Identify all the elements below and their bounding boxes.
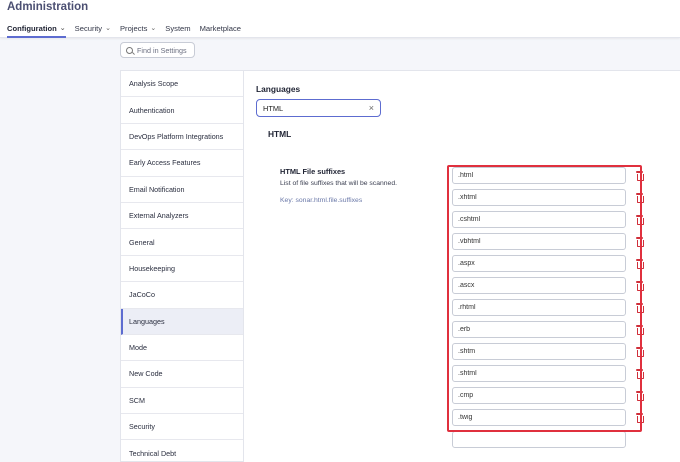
settings-sidebar: Analysis Scope Authentication DevOps Platf…	[120, 70, 244, 462]
sidebar-item-external-analyzers[interactable]: External Analyzers	[121, 203, 243, 230]
trash-icon[interactable]	[636, 303, 644, 313]
setting-name: HTML File suffixes	[280, 167, 346, 176]
trash-icon[interactable]	[636, 413, 644, 423]
sidebar-item-technical-debt[interactable]: Technical Debt	[121, 440, 243, 462]
trash-icon[interactable]	[636, 369, 644, 379]
trash-icon[interactable]	[636, 347, 644, 357]
suffix-input[interactable]	[452, 277, 626, 294]
sidebar-item-label: Email Notification	[129, 184, 185, 194]
nav-item-system[interactable]: System	[165, 19, 190, 37]
trash-icon[interactable]	[636, 259, 644, 269]
nav-item-label: Configuration	[7, 23, 57, 33]
sidebar-item-security[interactable]: Security	[121, 414, 243, 441]
sidebar-item-scm[interactable]: SCM	[121, 388, 243, 415]
setting-key: Key: sonar.html.file.suffixes	[280, 197, 363, 204]
admin-nav: Configuration ⌄ Security ⌄ Projects ⌄ System Ma…	[7, 19, 241, 38]
new-suffix-input[interactable]	[452, 431, 626, 448]
sidebar-item-label: Security	[129, 422, 155, 432]
language-filter[interactable]: ×	[256, 99, 381, 117]
trash-icon[interactable]	[636, 215, 644, 225]
nav-item-projects[interactable]: Projects ⌄	[120, 19, 156, 37]
chevron-down-icon: ⌄	[105, 25, 111, 32]
suffix-input[interactable]	[452, 321, 626, 338]
sidebar-item-analysis-scope[interactable]: Analysis Scope	[121, 71, 243, 98]
sidebar-item-email-notification[interactable]: Email Notification	[121, 177, 243, 203]
nav-item-security[interactable]: Security ⌄	[75, 19, 111, 37]
section-title: HTML	[268, 129, 292, 139]
sidebar-item-authentication[interactable]: Authentication	[121, 97, 243, 124]
trash-icon[interactable]	[636, 281, 644, 291]
sidebar-item-label: JaCoCo	[129, 290, 155, 300]
sidebar-item-label: Technical Debt	[129, 448, 177, 458]
sidebar-item-label: DevOps Platform Integrations	[129, 131, 224, 141]
sidebar-item-label: SCM	[129, 395, 145, 405]
sidebar-item-label: External Analyzers	[129, 211, 189, 221]
sidebar-item-early-access-features[interactable]: Early Access Features	[121, 150, 243, 177]
setting-description: List of file suffixes that will be scann…	[280, 180, 397, 187]
language-filter-input[interactable]	[263, 103, 363, 113]
settings-search[interactable]	[120, 42, 195, 58]
nav-item-label: Marketplace	[199, 23, 241, 33]
sidebar-item-label: Authentication	[129, 105, 175, 115]
suffix-input[interactable]	[452, 365, 626, 382]
suffix-input[interactable]	[452, 211, 626, 228]
sidebar-item-label: New Code	[129, 369, 163, 379]
close-icon[interactable]: ×	[369, 103, 374, 113]
nav-item-label: System	[165, 23, 191, 33]
chevron-down-icon: ⌄	[59, 25, 66, 32]
sidebar-item-mode[interactable]: Mode	[121, 335, 243, 362]
suffix-input[interactable]	[452, 387, 626, 404]
sidebar-item-new-code[interactable]: New Code	[121, 361, 243, 388]
sidebar-item-general[interactable]: General	[121, 229, 243, 256]
page-title: Administration	[7, 1, 89, 13]
nav-item-configuration[interactable]: Configuration ⌄	[7, 19, 66, 38]
trash-icon[interactable]	[636, 391, 644, 401]
sidebar-item-label: Early Access Features	[129, 158, 201, 168]
trash-icon[interactable]	[636, 171, 644, 181]
nav-item-label: Security	[74, 23, 103, 33]
search-input[interactable]	[137, 45, 192, 55]
suffix-input[interactable]	[452, 233, 626, 250]
sidebar-item-housekeeping[interactable]: Housekeeping	[121, 256, 243, 283]
nav-item-label: Projects	[119, 23, 148, 33]
settings-content: Languages × HTML HTML File suffixes List…	[244, 70, 680, 462]
suffix-input[interactable]	[452, 189, 626, 206]
sidebar-item-label: Analysis Scope	[129, 79, 179, 89]
trash-icon[interactable]	[636, 237, 644, 247]
sidebar-item-label: Housekeeping	[129, 263, 175, 273]
sidebar-item-devops-platform-integrations[interactable]: DevOps Platform Integrations	[121, 124, 243, 151]
sidebar-item-label: General	[129, 237, 155, 247]
nav-item-marketplace[interactable]: Marketplace	[200, 19, 241, 37]
sidebar-item-label: Languages	[129, 316, 165, 326]
sidebar-item-languages[interactable]: Languages	[121, 308, 243, 335]
search-icon	[126, 46, 133, 54]
sidebar-item-jacoco[interactable]: JaCoCo	[121, 282, 243, 309]
chevron-down-icon: ⌄	[150, 25, 157, 32]
suffix-input[interactable]	[452, 343, 626, 360]
content-title: Languages	[256, 84, 301, 94]
top-header: Administration Configuration ⌄ Security ⌄ Pr…	[0, 0, 680, 38]
suffix-input[interactable]	[452, 167, 626, 184]
sidebar-item-label: Mode	[129, 343, 147, 353]
suffix-input[interactable]	[452, 255, 626, 272]
suffix-input[interactable]	[452, 299, 626, 316]
suffix-input[interactable]	[452, 409, 626, 426]
trash-icon[interactable]	[636, 325, 644, 335]
trash-icon[interactable]	[636, 193, 644, 203]
